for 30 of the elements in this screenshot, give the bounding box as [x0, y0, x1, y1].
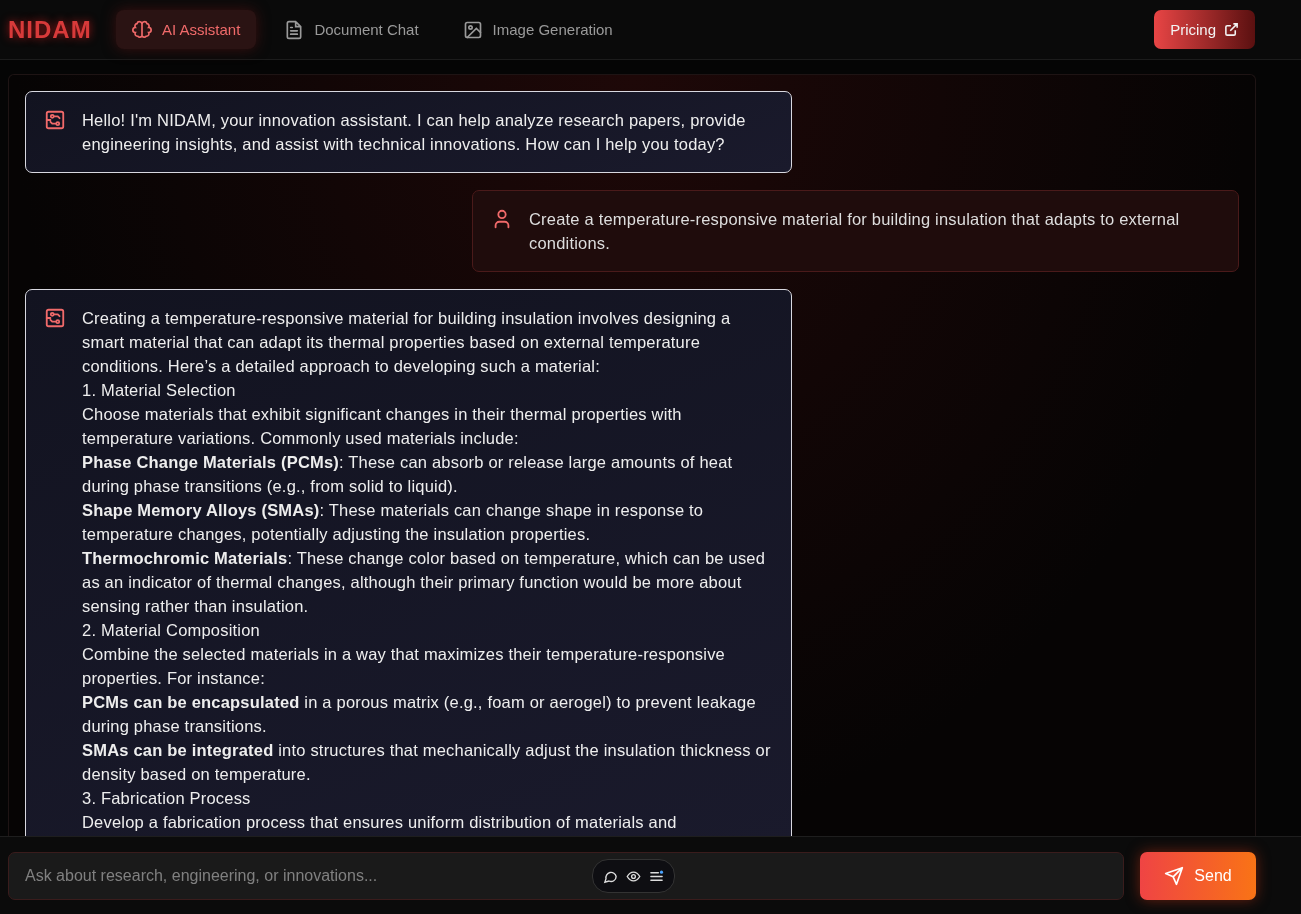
- message-text: Create a temperature-responsive material for building insulation that adapts to external conditions.: [529, 209, 1181, 254]
- list-icon[interactable]: [649, 868, 664, 884]
- send-icon: [1164, 865, 1185, 886]
- brand-logo: NIDAM: [8, 15, 93, 44]
- message-input[interactable]: Ask about research, engineering, or innovations...: [8, 851, 1124, 900]
- pricing-button[interactable]: Pricing: [1154, 10, 1255, 49]
- nav-tab[interactable]: AI Assistant: [116, 10, 257, 49]
- eye-icon[interactable]: [626, 868, 641, 884]
- message-text: Creating a temperature-responsive material for building insulation involves designing a smart material that can adapt its thermal properties based on external temperature conditions. Here’s a detailed approach to developing such a material:: [82, 308, 732, 377]
- document-icon: [284, 19, 305, 40]
- nav-tab[interactable]: Image Generation: [446, 10, 629, 49]
- message-text: Choose materials that exhibit significant changes in their thermal properties with temperature variations. Commonly used materials include:: [82, 404, 683, 449]
- message-text: Phase Change Materials (PCMs): These can absorb or release large amounts of heat during phase transitions (e.g., from solid to liquid).: [82, 452, 734, 497]
- message-text: Hello! I'm NIDAM, your innovation assistant. I can help analyze research papers, provide engineering insights, and assist with technical innovations. How can I help you today?: [82, 110, 747, 155]
- message-text: 2. Material Composition: [82, 620, 261, 641]
- circuit-icon: [44, 109, 66, 131]
- message-text: Thermochromic Materials: These change color based on temperature, which can be used as an indicator of thermal changes, although their primary function would be more about sensing rather than insulation.: [82, 548, 767, 617]
- message-text: 1. Material Selection: [82, 380, 237, 401]
- external-link-icon: [1224, 22, 1239, 37]
- message-text: SMAs can be integrated into structures that mechanically adjust the insulation thickness or density based on temperature.: [82, 740, 772, 785]
- message-text: Combine the selected materials in a way that maximizes their temperature-responsive properties. For instance:: [82, 644, 726, 689]
- message-text: PCMs can be encapsulated in a porous matrix (e.g., foam or aerogel) to prevent leakage during phase transitions.: [82, 692, 757, 737]
- message-text: Shape Memory Alloys (SMAs): These materials can change shape in response to temperature changes, potentially adjusting the insulation properties.: [82, 500, 705, 545]
- nav-tab[interactable]: Document Chat: [268, 10, 435, 49]
- circuit-icon: [44, 307, 66, 329]
- image-icon: [462, 19, 483, 40]
- send-button[interactable]: Send: [1140, 851, 1256, 900]
- brain-icon: [132, 19, 152, 40]
- message-text: Develop a fabrication process that ensures uniform distribution of materials and: [82, 812, 678, 833]
- message-text: 3. Fabrication Process: [82, 788, 252, 809]
